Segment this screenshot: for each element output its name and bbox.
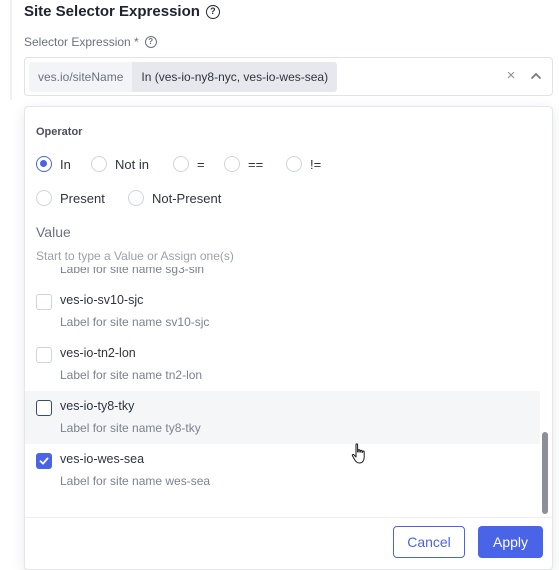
list-scrollbar-thumb[interactable]	[542, 432, 548, 514]
option-description: Label for site name wes-sea	[60, 474, 211, 488]
list-item[interactable]: ves-io-ty8-tky Label for site name ty8-t…	[25, 391, 540, 444]
radio-not-present[interactable]: Not-Present	[128, 190, 221, 206]
radio-circle[interactable]	[36, 190, 52, 206]
radio-label: Not in	[115, 156, 149, 172]
option-description: Label for site name tn2-lon	[60, 368, 203, 382]
radio-label: ==	[248, 156, 264, 172]
dropdown-footer: Cancel Apply	[25, 517, 552, 569]
section-header: Site Selector Expression ?	[24, 3, 220, 20]
expression-value-chip[interactable]: In (ves-io-ny8-nyc, ves-io-wes-sea)	[132, 61, 338, 92]
field-help-icon[interactable]: ?	[144, 36, 157, 48]
radio-label: In	[60, 156, 71, 172]
radio-in[interactable]: In	[36, 156, 71, 172]
radio-not-in[interactable]: Not in	[91, 156, 149, 172]
left-rail	[0, 0, 14, 100]
option-name: ves-io-wes-sea	[60, 452, 145, 466]
option-name: ves-io-tn2-lon	[60, 346, 136, 360]
check-icon	[39, 457, 49, 465]
hand-cursor-icon	[351, 443, 365, 464]
option-description: Label for site name sv10-sjc	[60, 315, 210, 329]
rail-line	[10, 0, 12, 100]
radio-circle[interactable]	[286, 156, 302, 172]
value-search-input[interactable]: Start to type a Value or Assign one(s)	[36, 249, 234, 263]
section-title: Site Selector Expression	[24, 3, 200, 20]
radio-label: !=	[310, 156, 322, 172]
radio-circle[interactable]	[128, 190, 144, 206]
radio-label: =	[197, 156, 205, 172]
apply-button[interactable]: Apply	[478, 526, 543, 558]
value-label: Value	[36, 224, 71, 240]
radio-double-equals[interactable]: ==	[224, 156, 263, 172]
list-item[interactable]: ves-io-tn2-lon Label for site name tn2-l…	[25, 338, 540, 391]
field-label: Selector Expression *	[24, 35, 139, 49]
chevron-up-icon[interactable]	[529, 69, 543, 83]
option-checkbox[interactable]	[36, 294, 52, 310]
expression-key-chip: ves.io/siteName	[29, 61, 133, 92]
operator-label: Operator	[36, 126, 83, 138]
list-item[interactable]: ves-io-sv10-sjc Label for site name sv10…	[25, 285, 540, 338]
radio-equals[interactable]: =	[173, 156, 205, 172]
value-options-list[interactable]: Label for site name sg3-sin ves-io-sv10-…	[25, 267, 540, 521]
operator-dropdown-panel: Operator In Not in = == != Present Not-P…	[24, 106, 553, 570]
option-checkbox[interactable]	[36, 453, 52, 469]
option-name: ves-io-ty8-tky	[60, 399, 135, 413]
option-name: ves-io-sv10-sjc	[60, 293, 144, 307]
radio-not-equals[interactable]: !=	[286, 156, 321, 172]
field-label-row: Selector Expression * ?	[24, 35, 157, 49]
selector-expression-input[interactable]: ves.io/siteName In (ves-io-ny8-nyc, ves-…	[24, 57, 553, 96]
radio-present[interactable]: Present	[36, 190, 105, 206]
radio-circle[interactable]	[91, 156, 107, 172]
radio-circle[interactable]	[224, 156, 240, 172]
list-item[interactable]: Label for site name sg3-sin	[25, 267, 540, 285]
cancel-button[interactable]: Cancel	[393, 526, 465, 558]
clear-icon[interactable]: ×	[504, 68, 518, 83]
help-icon[interactable]: ?	[205, 4, 220, 19]
radio-circle[interactable]	[173, 156, 189, 172]
list-item[interactable]: ves-io-wes-sea Label for site name wes-s…	[25, 444, 540, 497]
radio-label: Present	[60, 190, 105, 206]
option-description: Label for site name sg3-sin	[60, 267, 205, 276]
radio-circle[interactable]	[36, 156, 52, 172]
option-checkbox[interactable]	[36, 347, 52, 363]
radio-label: Not-Present	[152, 190, 222, 206]
option-checkbox[interactable]	[36, 400, 52, 416]
option-description: Label for site name ty8-tky	[60, 421, 201, 435]
